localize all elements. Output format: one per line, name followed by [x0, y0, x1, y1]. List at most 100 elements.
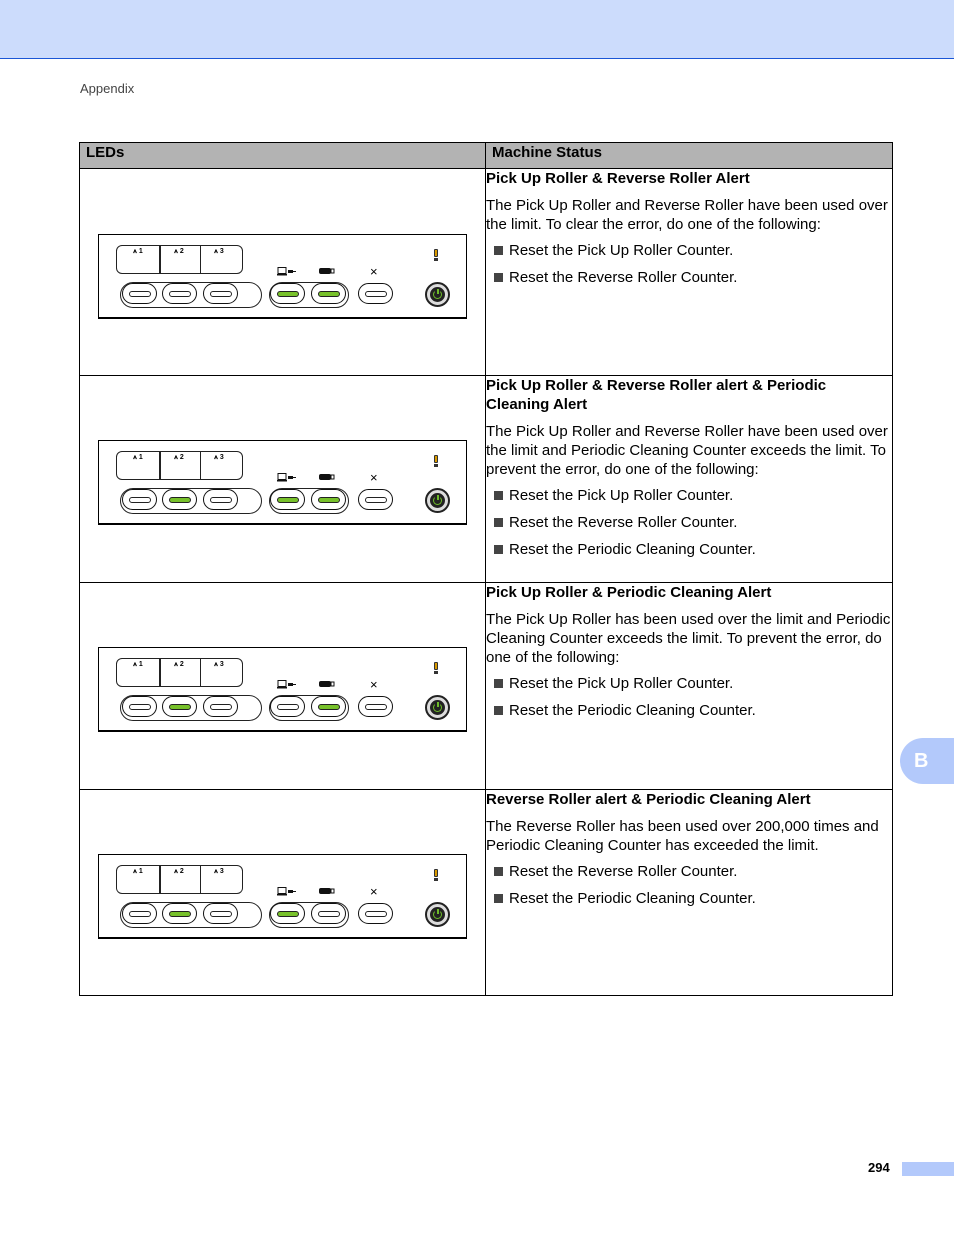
status-title: Pick Up Roller & Reverse Roller Alert	[486, 170, 750, 187]
power-icon	[430, 907, 445, 922]
computer-icon	[277, 473, 297, 485]
action-text: Reset the Reverse Roller Counter.	[509, 863, 738, 880]
led-indicator	[210, 704, 232, 710]
led-indicator	[169, 291, 191, 297]
table-row: ⩚ 1 ⩚ 2 ⩚ 3 ×	[79, 582, 893, 790]
divider	[200, 659, 201, 686]
network-button-1[interactable]	[122, 903, 157, 924]
network-label-box: ⩚ 1 ⩚ 2 ⩚ 3	[116, 658, 243, 687]
action-text: Reset the Pick Up Roller Counter.	[509, 487, 734, 504]
square-bullet-icon	[494, 246, 503, 255]
action-item: Reset the Reverse Roller Counter.	[494, 862, 892, 881]
page-number: 294	[868, 1160, 890, 1175]
machine-status-cell: Pick Up Roller & Reverse Roller Alert Th…	[485, 168, 893, 376]
network-button-1[interactable]	[122, 283, 157, 304]
leds-cell: ⩚ 1 ⩚ 2 ⩚ 3 ×	[79, 375, 486, 583]
stop-button[interactable]	[358, 696, 393, 717]
divider	[159, 452, 161, 479]
action-list: Reset the Reverse Roller Counter. Reset t…	[486, 862, 892, 908]
network-icon: ⩚	[174, 868, 178, 875]
led-indicator	[129, 291, 151, 297]
leds-cell: ⩚ 1 ⩚ 2 ⩚ 3 ×	[79, 582, 486, 790]
scan-to-usb-button[interactable]	[311, 489, 346, 510]
chapter-tab: B	[900, 738, 954, 784]
divider	[159, 246, 161, 273]
computer-icon	[277, 680, 297, 692]
led-status-table: LEDs Machine Status ⩚ 1 ⩚ 2 ⩚ 3 × Pick U…	[79, 142, 893, 996]
action-item: Reset the Periodic Cleaning Counter.	[494, 701, 892, 720]
column-header-machine-status: Machine Status	[485, 142, 893, 169]
scan-to-usb-button[interactable]	[311, 696, 346, 717]
network-button-2[interactable]	[162, 903, 197, 924]
action-item: Reset the Periodic Cleaning Counter.	[494, 540, 892, 559]
action-item: Reset the Reverse Roller Counter.	[494, 268, 892, 287]
network-label-3: ⩚ 3	[214, 868, 224, 875]
scan-to-pc-button[interactable]	[270, 696, 305, 717]
stop-button[interactable]	[358, 283, 393, 304]
led-indicator	[277, 291, 299, 297]
page-number-bar	[902, 1162, 954, 1176]
led-indicator	[277, 911, 299, 917]
alert-icon	[434, 455, 438, 467]
square-bullet-icon	[494, 518, 503, 527]
usb-icon	[319, 887, 335, 898]
network-button-1[interactable]	[122, 696, 157, 717]
divider	[159, 659, 161, 686]
divider	[200, 452, 201, 479]
network-label-1: ⩚ 1	[133, 454, 143, 461]
scan-to-usb-button[interactable]	[311, 283, 346, 304]
power-button[interactable]	[425, 902, 450, 927]
power-icon	[430, 287, 445, 302]
network-label-box: ⩚ 1 ⩚ 2 ⩚ 3	[116, 451, 243, 480]
action-text: Reset the Periodic Cleaning Counter.	[509, 541, 756, 558]
network-button-1[interactable]	[122, 489, 157, 510]
scan-to-pc-button[interactable]	[270, 283, 305, 304]
table-row: ⩚ 1 ⩚ 2 ⩚ 3 ×	[79, 789, 893, 996]
scan-to-usb-button[interactable]	[311, 903, 346, 924]
power-button[interactable]	[425, 282, 450, 307]
leds-cell: ⩚ 1 ⩚ 2 ⩚ 3 ×	[79, 168, 486, 376]
network-icon: ⩚	[174, 248, 178, 255]
status-description: The Reverse Roller has been used over 20…	[486, 818, 879, 854]
section-label: Appendix	[80, 81, 135, 96]
power-button[interactable]	[425, 695, 450, 720]
network-icon: ⩚	[214, 868, 218, 875]
led-control-panel: ⩚ 1 ⩚ 2 ⩚ 3 ×	[98, 440, 467, 525]
network-icon: ⩚	[133, 868, 137, 875]
led-indicator	[365, 497, 387, 503]
computer-icon	[277, 887, 297, 899]
stop-button[interactable]	[358, 903, 393, 924]
network-button-3[interactable]	[203, 283, 238, 304]
network-button-2[interactable]	[162, 283, 197, 304]
column-header-leds: LEDs	[79, 142, 486, 169]
network-label-1: ⩚ 1	[133, 661, 143, 668]
network-button-2[interactable]	[162, 696, 197, 717]
network-button-3[interactable]	[203, 696, 238, 717]
stop-button[interactable]	[358, 489, 393, 510]
action-item: Reset the Pick Up Roller Counter.	[494, 674, 892, 693]
network-button-3[interactable]	[203, 903, 238, 924]
led-indicator	[365, 911, 387, 917]
network-label-3: ⩚ 3	[214, 661, 224, 668]
square-bullet-icon	[494, 545, 503, 554]
scan-to-pc-button[interactable]	[270, 903, 305, 924]
action-item: Reset the Reverse Roller Counter.	[494, 513, 892, 532]
led-indicator	[318, 497, 340, 503]
action-text: Reset the Pick Up Roller Counter.	[509, 675, 734, 692]
network-button-3[interactable]	[203, 489, 238, 510]
scan-to-pc-button[interactable]	[270, 489, 305, 510]
usb-icon	[319, 473, 335, 484]
led-indicator	[210, 911, 232, 917]
network-label-3: ⩚ 3	[214, 454, 224, 461]
action-item: Reset the Pick Up Roller Counter.	[494, 486, 892, 505]
network-icon: ⩚	[214, 454, 218, 461]
action-text: Reset the Periodic Cleaning Counter.	[509, 702, 756, 719]
computer-icon	[277, 267, 297, 279]
cancel-icon: ×	[370, 264, 378, 279]
divider	[159, 866, 161, 893]
power-button[interactable]	[425, 488, 450, 513]
led-indicator	[277, 704, 299, 710]
network-button-2[interactable]	[162, 489, 197, 510]
network-icon: ⩚	[133, 248, 137, 255]
led-indicator	[169, 704, 191, 710]
